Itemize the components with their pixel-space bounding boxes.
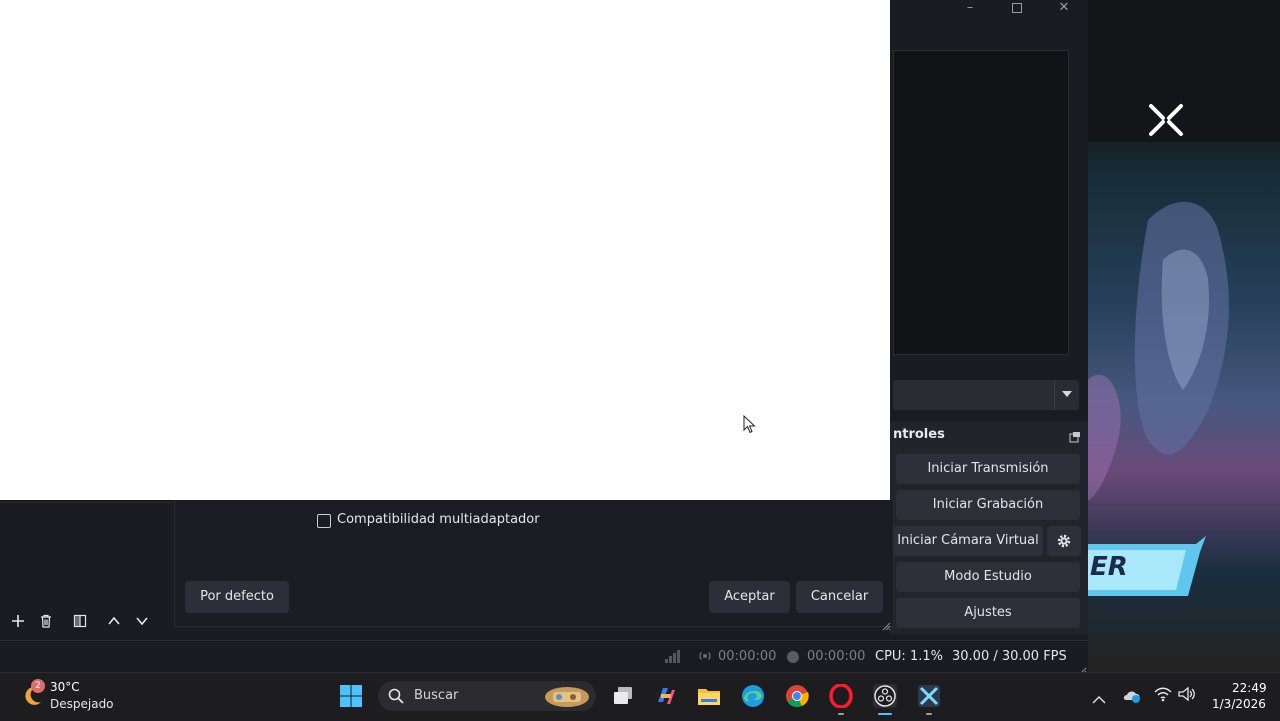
controls-dock-title: ntroles — [893, 427, 945, 442]
taskbar — [0, 672, 1280, 721]
multiadapter-compat-checkbox[interactable] — [317, 514, 331, 528]
game-logo-icon — [1148, 103, 1184, 137]
chevron-up-icon[interactable] — [1092, 690, 1106, 709]
fps-readout: 30.00 / 30.00 FPS — [952, 649, 1067, 664]
edge-icon[interactable] — [741, 684, 765, 708]
start-virtual-camera-button[interactable]: Iniciar Cámara Virtual — [893, 526, 1043, 556]
copilot-icon[interactable] — [653, 684, 677, 708]
multiadapter-compat-label[interactable]: Compatibilidad multiadaptador — [337, 512, 540, 527]
resize-grip-icon[interactable] — [882, 616, 891, 631]
onedrive-icon[interactable] — [1122, 686, 1142, 708]
weather-condition[interactable]: Despejado — [50, 697, 114, 711]
obs-active-indicator — [878, 713, 892, 715]
weather-badge: 2 — [31, 679, 45, 693]
start-icon[interactable] — [339, 684, 363, 708]
add-icon[interactable] — [10, 613, 26, 629]
trash-icon[interactable] — [38, 613, 54, 629]
virtual-camera-settings-button[interactable] — [1047, 526, 1081, 556]
clock-date[interactable]: 1/3/2026 — [1212, 697, 1266, 711]
weather-temperature[interactable]: 30°C — [50, 680, 80, 694]
gear-icon — [1057, 534, 1071, 548]
file-explorer-icon[interactable] — [697, 684, 721, 708]
scrollbar[interactable] — [1070, 50, 1084, 370]
search-highlight-icon — [543, 683, 591, 713]
maximize-icon[interactable] — [1003, 0, 1031, 16]
close-icon[interactable]: ✕ — [1050, 0, 1078, 16]
network-bars-icon — [664, 648, 682, 668]
start-recording-button[interactable]: Iniciar Grabación — [896, 490, 1080, 520]
wifi-icon[interactable] — [1154, 686, 1172, 706]
stream-time: 00:00:00 — [718, 649, 777, 664]
cpu-usage: CPU: 1.1% — [875, 649, 943, 664]
opera-icon[interactable] — [829, 683, 853, 709]
clock-time[interactable]: 22:49 — [1232, 681, 1267, 695]
settings-button[interactable]: Ajustes — [896, 598, 1080, 628]
stream-status-icon — [697, 648, 713, 668]
search-icon — [388, 688, 404, 708]
record-status-icon — [786, 649, 800, 668]
preview-panel — [893, 50, 1069, 355]
studio-mode-button[interactable]: Modo Estudio — [896, 562, 1080, 592]
game-banner-text: ER — [1090, 552, 1128, 582]
start-streaming-button[interactable]: Iniciar Transmisión — [896, 454, 1080, 484]
volume-icon[interactable] — [1178, 686, 1196, 706]
accept-button[interactable]: Aceptar — [709, 581, 790, 613]
chevron-down-icon[interactable] — [1054, 380, 1080, 410]
restore-defaults-button[interactable]: Por defecto — [185, 581, 289, 613]
scene-collection-select[interactable] — [893, 380, 1079, 410]
mouse-cursor-icon — [743, 414, 757, 439]
filters-icon[interactable] — [72, 613, 88, 629]
move-up-icon[interactable] — [106, 613, 122, 629]
search-placeholder: Buscar — [414, 688, 459, 703]
game-icon[interactable] — [917, 684, 941, 708]
game-running-indicator — [926, 713, 932, 715]
chrome-icon[interactable] — [785, 684, 809, 708]
undock-icon[interactable] — [1069, 428, 1081, 443]
record-time: 00:00:00 — [807, 649, 866, 664]
task-view-icon[interactable] — [611, 684, 635, 708]
game-art-top — [1088, 0, 1280, 142]
obs-icon[interactable] — [873, 684, 897, 708]
minimize-icon[interactable]: – — [956, 0, 984, 16]
move-down-icon[interactable] — [134, 613, 150, 629]
opera-running-indicator — [838, 713, 844, 715]
cancel-button[interactable]: Cancelar — [796, 581, 883, 613]
